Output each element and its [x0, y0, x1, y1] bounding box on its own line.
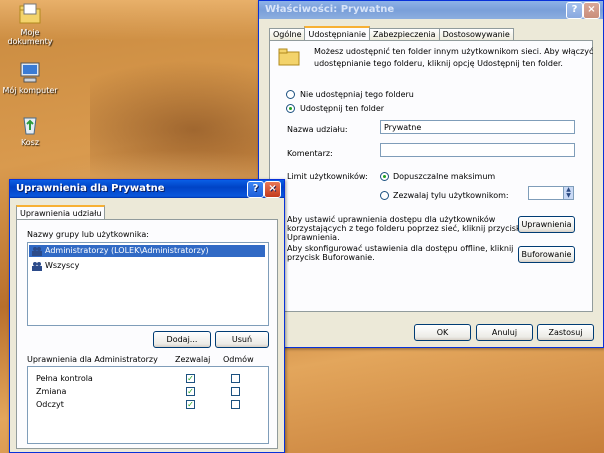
folder-documents-icon	[18, 2, 42, 26]
cancel-button[interactable]: Anuluj	[476, 324, 533, 341]
permissions-for-label: Uprawnienia dla Administratorzy	[27, 355, 158, 364]
shared-folder-icon	[278, 47, 302, 69]
permissions-tabs: Uprawnienia udziału	[16, 204, 106, 221]
radio-max-users-label: Dopuszczalne maksimum	[393, 172, 496, 181]
properties-tabs: Ogólne Udostępnianie Zabezpieczenia Dostoso…	[269, 25, 514, 42]
radio-do-not-share[interactable]	[286, 90, 295, 99]
deny-read-checkbox[interactable]	[231, 400, 240, 409]
intro-text-line2: udostępnianie tego folderu, kliknij opcj…	[314, 59, 563, 68]
radio-max-users[interactable]	[380, 172, 389, 181]
deny-change-checkbox[interactable]	[231, 387, 240, 396]
radio-share-folder-label: Udostępnij ten folder	[300, 104, 385, 113]
ok-button[interactable]: OK	[414, 324, 471, 341]
comment-input[interactable]	[380, 143, 575, 157]
radio-do-not-share-label: Nie udostępniaj tego folderu	[300, 90, 414, 99]
dialog-title: Uprawnienia dla Prywatne	[16, 183, 165, 194]
apply-button[interactable]: Zastosuj	[537, 324, 594, 341]
allow-column-header: Zezwalaj	[175, 355, 211, 364]
permission-change: Zmiana	[36, 387, 67, 396]
close-button[interactable]: ×	[264, 181, 281, 198]
user-count-input[interactable]	[528, 186, 564, 200]
allow-change-checkbox[interactable]: ✓	[186, 387, 195, 396]
radio-allow-users-label: Zezwalaj tylu użytkownikom:	[393, 191, 509, 200]
caching-button[interactable]: Buforowanie	[518, 246, 575, 263]
permissions-text-line2: korzystających z tego folderu poprzez si…	[287, 224, 521, 233]
add-button[interactable]: Dodaj...	[153, 331, 211, 348]
help-button[interactable]: ?	[566, 2, 583, 19]
properties-titlebar[interactable]: Właściwości: Prywatne ? ×	[259, 1, 603, 19]
window-title: Właściwości: Prywatne	[265, 4, 395, 15]
recycle-bin-icon	[18, 112, 42, 136]
share-name-label: Nazwa udziału:	[287, 125, 348, 134]
radio-allow-users[interactable]	[380, 191, 389, 200]
close-button[interactable]: ×	[583, 2, 600, 19]
permissions-text-line1: Aby ustawić uprawnienia dostępu dla użyt…	[287, 215, 496, 224]
desktop-icon-label: Kosz	[20, 138, 40, 147]
sharing-panel: Możesz udostępnić ten folder innym użytk…	[269, 40, 593, 312]
intro-text-line1: Możesz udostępnić ten folder innym użytk…	[314, 47, 594, 56]
user-group-list[interactable]: Administratorzy (LOLEK\Administratorzy) …	[27, 242, 269, 326]
deny-full-control-checkbox[interactable]	[231, 374, 240, 383]
user-group-icon	[32, 246, 42, 258]
group-list-label: Nazwy grupy lub użytkownika:	[27, 230, 149, 239]
radio-share-folder[interactable]	[286, 104, 295, 113]
desktop-icon-recycle-bin[interactable]: Kosz	[0, 112, 60, 147]
offline-text-line1: Aby skonfigurować ustawienia dla dostępu…	[287, 244, 514, 253]
permissions-panel: Nazwy grupy lub użytkownika: Administrat…	[16, 219, 278, 449]
computer-icon	[18, 60, 42, 84]
permissions-text-line3: Uprawnienia.	[287, 233, 340, 242]
help-button[interactable]: ?	[247, 181, 264, 198]
desktop-icon-label: dokumenty	[7, 37, 53, 46]
remove-button[interactable]: Usuń	[215, 331, 269, 348]
permissions-titlebar[interactable]: Uprawnienia dla Prywatne ? ×	[10, 180, 284, 198]
permission-read: Odczyt	[36, 400, 64, 409]
user-count-spinner[interactable]: ▲ ▼	[563, 186, 574, 200]
permissions-list: Pełna kontrola ✓ Zmiana ✓ Odczyt ✓	[27, 366, 269, 444]
offline-text-line2: przycisk Buforowanie.	[287, 253, 375, 262]
deny-column-header: Odmów	[223, 355, 254, 364]
spinner-down-icon[interactable]: ▼	[564, 193, 573, 199]
list-item-everyone[interactable]: Wszyscy	[45, 261, 79, 270]
desktop-icon-label: Moje	[20, 28, 40, 37]
user-limit-label: Limit użytkowników:	[287, 172, 368, 181]
share-name-input[interactable]: Prywatne	[380, 120, 575, 134]
user-group-icon	[32, 261, 42, 273]
properties-window: Właściwości: Prywatne ? × Ogólne Udostępn…	[258, 0, 604, 348]
allow-full-control-checkbox[interactable]: ✓	[186, 374, 195, 383]
desktop-icon-my-documents[interactable]: Moje dokumenty	[0, 2, 60, 46]
permissions-dialog: Uprawnienia dla Prywatne ? × Uprawnienia…	[9, 179, 285, 453]
allow-read-checkbox[interactable]: ✓	[186, 400, 195, 409]
desktop-icon-label: Mój komputer	[2, 86, 58, 95]
desktop-icon-my-computer[interactable]: Mój komputer	[0, 60, 60, 95]
list-item-administrators[interactable]: Administratorzy (LOLEK\Administratorzy)	[45, 246, 209, 255]
comment-label: Komentarz:	[287, 149, 333, 158]
permission-full-control: Pełna kontrola	[36, 374, 93, 383]
permissions-button[interactable]: Uprawnienia	[518, 216, 575, 233]
